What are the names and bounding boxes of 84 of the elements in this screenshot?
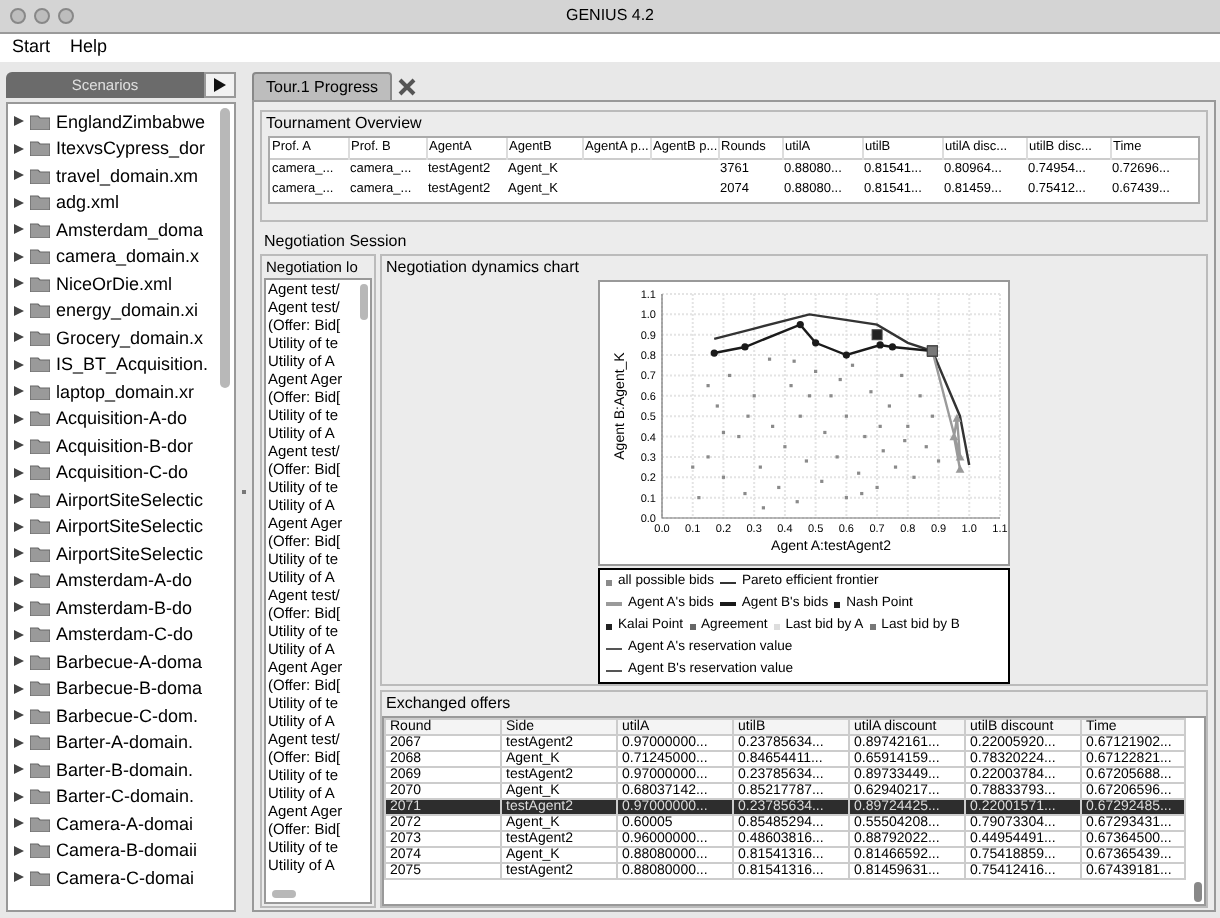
tree-item[interactable]: travel_domain.xm [56,165,199,186]
expand-arrow-icon[interactable] [14,764,24,775]
expand-arrow-icon[interactable] [14,143,24,154]
expand-arrow-icon[interactable] [14,791,24,802]
expand-arrow-icon[interactable] [14,170,24,181]
tree-item[interactable]: AirportSiteSelectic [56,489,204,510]
expand-arrow-icon[interactable] [14,278,24,289]
expand-arrow-icon[interactable] [14,116,24,127]
data-point [955,464,965,473]
tree-item[interactable]: energy_domain.xi [56,300,199,321]
group-title: Exchanged offers [384,692,513,716]
expand-arrow-icon[interactable] [14,548,24,559]
expand-arrow-icon[interactable] [14,359,24,370]
window-title: GENIUS 4.2 [565,4,654,28]
data-point [888,343,897,351]
tree-item[interactable]: Camera-B-domaii [56,840,198,861]
tree-item[interactable]: AirportSiteSelectic [56,543,204,564]
tree-item[interactable]: Acquisition-B-dor [56,435,194,456]
tree-item[interactable]: Barbecue-A-doma [56,651,203,672]
group-title: Negotiation dynamics chart [384,256,581,280]
tree-item[interactable]: NiceOrDie.xml [56,273,173,294]
tree-item[interactable]: IS_BT_Acquisition. [56,354,209,375]
vertical-scrollbar[interactable] [360,284,368,321]
expand-arrow-icon[interactable] [14,845,24,856]
play-icon [214,78,226,92]
tree-item[interactable]: AirportSiteSelectic [56,516,204,537]
expand-arrow-icon[interactable] [14,386,24,397]
expand-arrow-icon[interactable] [14,683,24,694]
tree-item[interactable]: Amsterdam-B-do [56,597,193,618]
expand-arrow-icon[interactable] [14,602,24,613]
expand-button[interactable] [204,72,236,98]
expand-arrow-icon[interactable] [14,305,24,316]
close-icon[interactable] [398,78,417,96]
tree-item[interactable]: Amsterdam-A-do [56,570,193,591]
tree-item[interactable]: Barbecue-C-dom. [56,705,199,726]
data-point [842,351,850,359]
expand-arrow-icon[interactable] [14,737,24,748]
tree-item[interactable]: Acquisition-C-do [56,462,189,483]
tree-item[interactable]: Camera-A-domai [56,813,194,834]
expand-arrow-icon[interactable] [14,494,24,505]
tree-item[interactable]: Camera-C-domai [56,867,195,888]
expand-arrow-icon[interactable] [14,575,24,586]
data-point [741,343,749,351]
data-point [952,413,962,422]
tree-item[interactable]: ItexvsCypress_dor [56,138,206,159]
tab[interactable]: Tour.1 Progress [252,72,393,100]
menu-item[interactable]: Help [70,34,108,62]
vertical-scrollbar[interactable] [220,108,230,388]
menu-item[interactable]: Start [12,34,51,62]
expand-arrow-icon[interactable] [14,413,24,424]
tree-item[interactable]: camera_domain.x [56,246,200,267]
tree-item[interactable]: Barter-A-domain. [56,732,194,753]
tree-item[interactable]: Barter-B-domain. [56,759,194,780]
data-point [955,452,965,461]
expand-arrow-icon[interactable] [14,818,24,829]
horizontal-scrollbar[interactable] [272,890,296,898]
splitter-handle[interactable] [242,490,246,494]
tree-item[interactable]: laptop_domain.xr [56,381,195,402]
expand-arrow-icon[interactable] [14,872,24,883]
data-point [812,339,820,347]
tree-item[interactable]: Acquisition-A-do [56,408,188,429]
group-title: Tournament Overview [264,112,424,136]
expand-arrow-icon[interactable] [14,251,24,262]
tree-item[interactable]: Amsterdam_doma [56,219,204,240]
tree-item[interactable]: Amsterdam-C-do [56,624,194,645]
data-point [710,349,718,357]
tree-item[interactable]: Barter-C-domain. [56,786,195,807]
expand-arrow-icon[interactable] [14,521,24,532]
expand-arrow-icon[interactable] [14,197,24,208]
tree-item[interactable]: Grocery_domain.x [56,327,204,348]
tree-item[interactable]: EnglandZimbabwe [56,111,206,132]
expand-arrow-icon[interactable] [14,656,24,667]
expand-arrow-icon[interactable] [14,629,24,640]
data-point [949,432,959,441]
expand-arrow-icon[interactable] [14,332,24,343]
expand-arrow-icon[interactable] [14,467,24,478]
expand-arrow-icon[interactable] [14,224,24,235]
expand-arrow-icon[interactable] [14,710,24,721]
tree-item[interactable]: Barbecue-B-doma [56,678,203,699]
expand-arrow-icon[interactable] [14,440,24,451]
tree-item[interactable]: adg.xml [56,192,120,213]
data-point [796,320,804,329]
vertical-scrollbar[interactable] [1194,882,1202,902]
group-title: Negotiation Session [262,230,409,254]
